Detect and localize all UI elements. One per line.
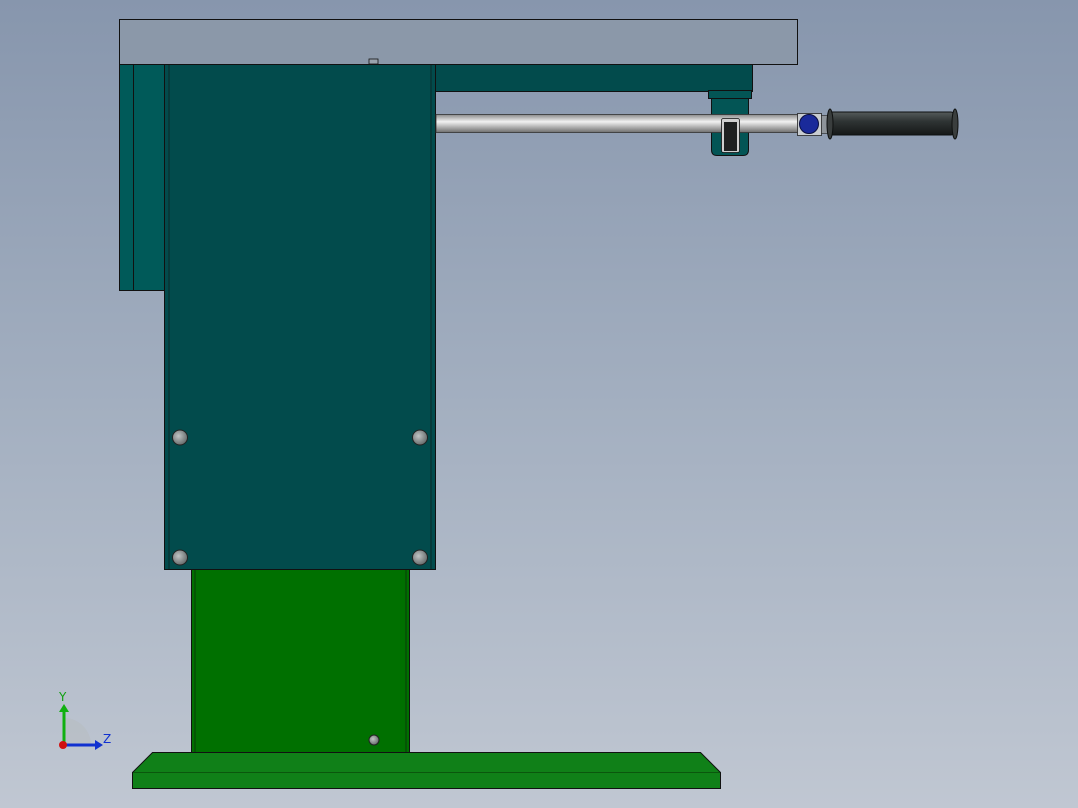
triad-arc: [64, 718, 91, 745]
arm-beam[interactable]: [435, 64, 753, 92]
cad-model-view[interactable]: Y Z: [0, 0, 1078, 808]
handle-grip[interactable]: [828, 111, 955, 136]
x-axis-dot: [59, 741, 67, 749]
slide-rod[interactable]: [435, 114, 815, 133]
z-axis-label: Z: [103, 732, 111, 746]
green-column[interactable]: [191, 569, 410, 754]
side-plate-outer[interactable]: [119, 64, 134, 291]
cad-viewport[interactable]: Y Z: [0, 0, 1078, 808]
clamp-bracket-top[interactable]: [708, 90, 752, 99]
coordinate-triad[interactable]: Y Z: [58, 690, 111, 750]
handle-grip-end-right: [951, 108, 959, 140]
y-axis-arrowhead: [59, 704, 69, 712]
top-plate-nub: [368, 58, 379, 65]
clamp-slot-inner: [724, 122, 737, 151]
side-plate-inner[interactable]: [133, 64, 165, 291]
column-bolt-icon[interactable]: [368, 734, 380, 746]
hex-nut-icon[interactable]: [799, 114, 819, 134]
bolt-icon[interactable]: [412, 429, 428, 446]
bolt-icon[interactable]: [412, 549, 428, 566]
top-plate[interactable]: [119, 19, 798, 65]
z-axis-arrowhead: [95, 740, 103, 750]
handle-grip-end-left: [826, 108, 834, 140]
bolt-icon[interactable]: [172, 429, 188, 446]
bolt-icon[interactable]: [172, 549, 188, 566]
y-axis-label: Y: [58, 690, 67, 704]
main-housing[interactable]: [164, 64, 436, 570]
base-plate[interactable]: [132, 752, 721, 789]
